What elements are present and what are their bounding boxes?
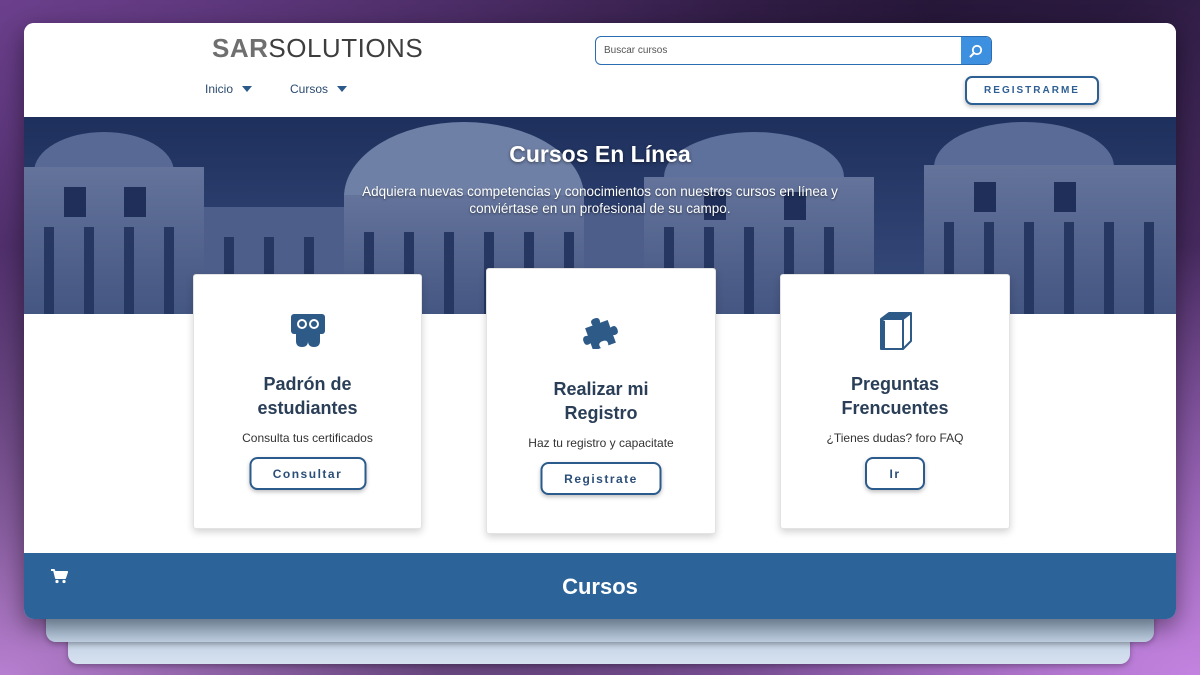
- ir-button[interactable]: Ir: [865, 457, 925, 490]
- chevron-down-icon: [337, 86, 348, 92]
- card-title: Padrón de estudiantes: [257, 374, 358, 418]
- cursos-section-title: Cursos: [562, 574, 638, 599]
- chevron-down-icon: [242, 86, 253, 92]
- nav-inicio-label: Inicio: [205, 82, 234, 96]
- hero-subtitle: Adquiera nuevas competencias y conocimie…: [362, 184, 838, 216]
- card-title: Realizar mi Registro: [553, 379, 649, 423]
- registrate-button[interactable]: Registrate: [540, 462, 662, 495]
- card-realizar-registro: Realizar mi Registro Haz tu registro y c…: [486, 268, 716, 534]
- consultar-button[interactable]: Consultar: [249, 457, 366, 490]
- cube-icon: [880, 312, 912, 350]
- logo-bold-text: SAR: [212, 33, 269, 63]
- logo-rest-text: SOLUTIONS: [268, 33, 424, 63]
- search-input[interactable]: [596, 37, 962, 64]
- search-button[interactable]: [961, 37, 991, 64]
- cursos-section-bar: Cursos: [24, 553, 1176, 619]
- slideshare-people-icon: [290, 314, 325, 347]
- nav-cursos-label: Cursos: [290, 82, 329, 96]
- nav-cursos[interactable]: Cursos: [290, 82, 348, 96]
- card-description: Haz tu registro y capacitate: [528, 436, 674, 450]
- hero-title: Cursos En Línea: [509, 141, 691, 167]
- card-preguntas-frecuentes: Preguntas Frencuentes ¿Tienes dudas? for…: [780, 274, 1010, 529]
- search-icon: [969, 44, 983, 57]
- card-padron-estudiantes: Padrón de estudiantes Consulta tus certi…: [193, 274, 422, 529]
- card-description: ¿Tienes dudas? foro FAQ: [826, 431, 964, 445]
- card-title: Preguntas Frencuentes: [841, 374, 949, 418]
- nav-inicio[interactable]: Inicio: [205, 82, 253, 96]
- register-button[interactable]: REGISTRARME: [965, 76, 1099, 105]
- browser-window: SARSOLUTIONS Inicio Cursos REGISTRARME: [24, 23, 1176, 619]
- site-header: SARSOLUTIONS Inicio Cursos REGISTRARME: [24, 23, 1176, 117]
- site-logo[interactable]: SARSOLUTIONS: [212, 33, 423, 64]
- search-bar: [595, 36, 992, 65]
- card-description: Consulta tus certificados: [242, 431, 373, 445]
- puzzle-piece-icon: [583, 318, 618, 349]
